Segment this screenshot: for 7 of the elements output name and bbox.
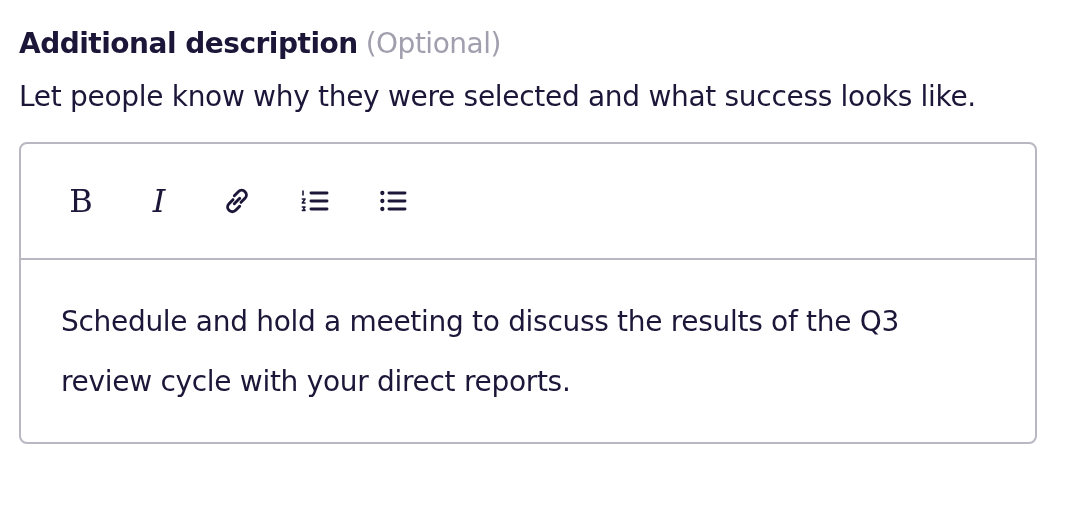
editor-text: Schedule and hold a meeting to discuss the results of the Q3 review cycle with your direct reports. [61,304,900,400]
text-editor[interactable]: B I Schedule and hold a meeting to discuss the results of the Q3 review cycle with your direct reports. [19,142,1037,444]
optional-note: (Optional) [365,27,501,60]
help-text: Let people know why they were selected and what success looks like. [19,79,977,115]
bold-button[interactable]: B [51,171,111,231]
field-label: Additional description [19,27,358,60]
italic-button[interactable]: I [129,171,189,231]
